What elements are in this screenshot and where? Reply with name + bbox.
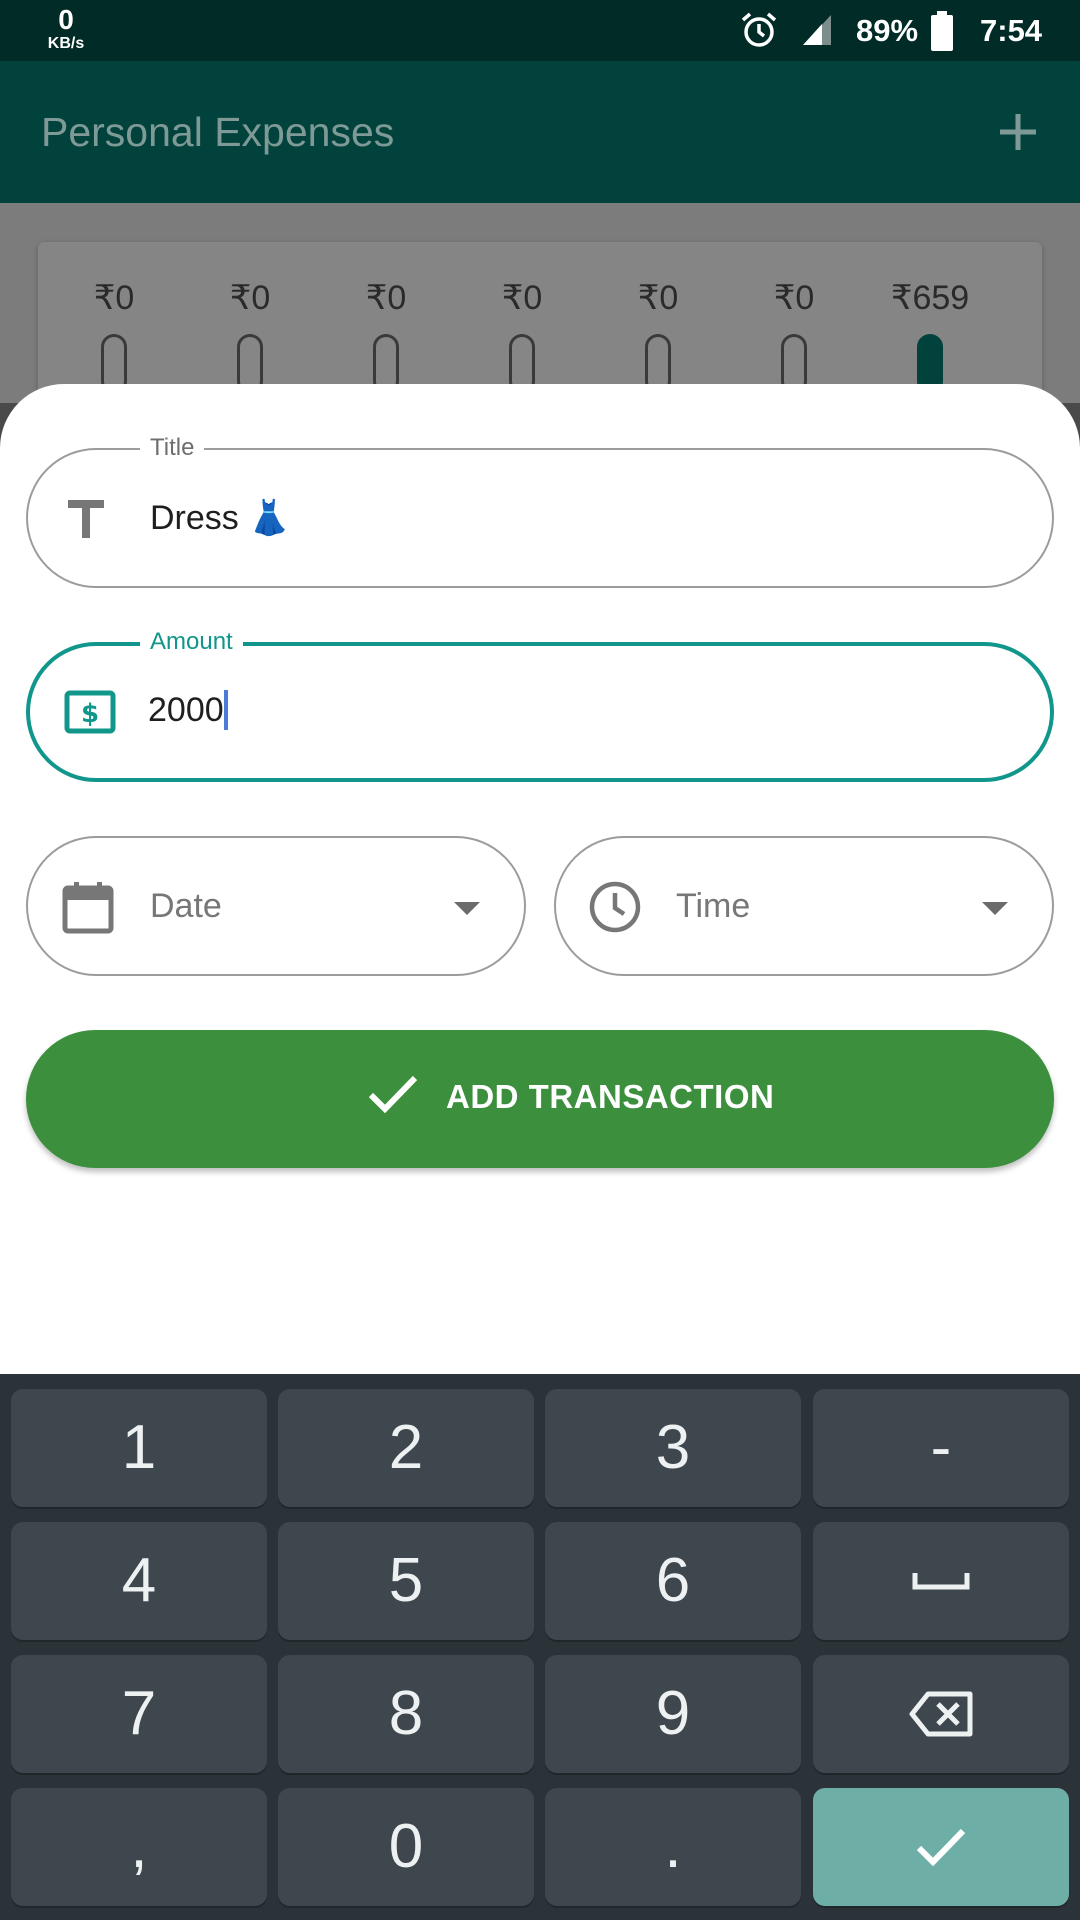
svg-text:$: $ [81, 699, 99, 729]
amount-field-label: Amount [140, 628, 243, 656]
network-speed-value: 0 [58, 4, 74, 35]
key-minus[interactable]: - [813, 1389, 1069, 1507]
add-transaction-label: ADD TRANSACTION [446, 1078, 775, 1115]
battery-icon [930, 11, 954, 56]
key-5[interactable]: 5 [278, 1522, 534, 1640]
clock-icon [588, 880, 642, 939]
title-field-value: Dress 👗 [150, 499, 291, 537]
money-icon: $ [64, 690, 116, 739]
chart-bar-label: ₹0 [93, 279, 135, 317]
key-8[interactable]: 8 [278, 1655, 534, 1773]
chart-bar-label: ₹0 [229, 279, 271, 317]
time-picker-field[interactable]: Time [554, 836, 1054, 976]
key-1[interactable]: 1 [11, 1389, 267, 1507]
amount-field[interactable]: Amount $ 2000 [26, 628, 1054, 782]
chart-bar-label: ₹0 [637, 279, 679, 317]
key-done[interactable] [813, 1788, 1069, 1906]
chart-bar-0: ₹0 [59, 278, 169, 394]
key-7[interactable]: 7 [11, 1655, 267, 1773]
space-icon [813, 1522, 1069, 1640]
calendar-icon [62, 880, 114, 939]
key-0[interactable]: 0 [278, 1788, 534, 1906]
key-space[interactable] [813, 1522, 1069, 1640]
backspace-icon [813, 1655, 1069, 1773]
alarm-icon [740, 11, 778, 54]
date-placeholder: Date [150, 887, 222, 925]
battery-percent: 89% [856, 13, 919, 48]
chart-bar-3: ₹0 [467, 278, 577, 394]
key-4[interactable]: 4 [11, 1522, 267, 1640]
text-caret [223, 690, 228, 730]
chart-bar-label: ₹0 [773, 279, 815, 317]
date-picker-field[interactable]: Date [26, 836, 526, 976]
network-speed-unit: KB/s [47, 35, 85, 52]
key-9[interactable]: 9 [545, 1655, 801, 1773]
text-format-icon [66, 498, 106, 543]
key-comma[interactable]: , [11, 1788, 267, 1906]
add-transaction-button[interactable]: ADD TRANSACTION [26, 1030, 1054, 1168]
chart-bar-5: ₹0 [739, 278, 849, 394]
key-backspace[interactable] [813, 1655, 1069, 1773]
time-placeholder: Time [676, 887, 751, 925]
chart-bar-label: ₹659 [890, 279, 970, 317]
key-2[interactable]: 2 [278, 1389, 534, 1507]
chart-bar-1: ₹0 [195, 278, 305, 394]
key-6[interactable]: 6 [545, 1522, 801, 1640]
check-icon [368, 1074, 418, 1119]
app-bar: Personal Expenses [0, 61, 1080, 203]
chart-bar-label: ₹0 [501, 279, 543, 317]
title-field[interactable]: Title Dress 👗 [26, 434, 1054, 588]
numeric-keyboard: 1 2 3 - 4 5 6 7 8 9 , 0 . [0, 1374, 1080, 1920]
amount-field-value: 2000 [148, 690, 228, 730]
signal-icon [802, 14, 832, 51]
status-bar: 0 KB/s 89% 7:54 [0, 0, 1080, 61]
check-icon [813, 1788, 1069, 1906]
chart-bar-4: ₹0 [603, 278, 713, 394]
page-title: Personal Expenses [41, 109, 395, 155]
clock: 7:54 [980, 13, 1043, 48]
chart-bar-2: ₹0 [331, 278, 441, 394]
dropdown-arrow-icon [982, 902, 1008, 915]
add-transaction-sheet: Title Dress 👗 Amount $ 2000 Date Time AD… [0, 384, 1080, 1394]
key-period[interactable]: . [545, 1788, 801, 1906]
key-3[interactable]: 3 [545, 1389, 801, 1507]
chart-bar-label: ₹0 [365, 279, 407, 317]
title-field-label: Title [140, 434, 205, 462]
add-icon[interactable] [998, 112, 1038, 157]
network-speed: 0 KB/s [38, 6, 94, 52]
dropdown-arrow-icon [454, 902, 480, 915]
chart-bar-6: ₹659 [875, 278, 985, 394]
